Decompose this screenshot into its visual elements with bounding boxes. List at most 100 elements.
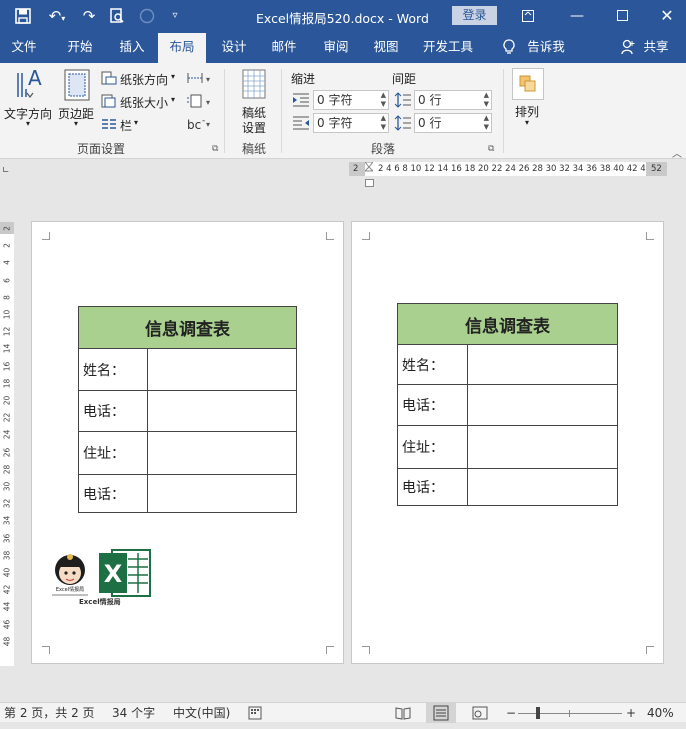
vertical-ruler[interactable]: 2 2 4 6 8 10 12 14 16 18 20 22 24 26 28 30 32 34 36 38 40 42 4… — [0, 222, 14, 666]
orientation-icon[interactable] — [101, 71, 117, 85]
columns-icon[interactable] — [101, 118, 117, 130]
row-value-cell[interactable] — [467, 468, 618, 506]
vertical-ruler-tick: 2 — [2, 226, 12, 231]
zoom-in-icon[interactable]: + — [626, 703, 636, 723]
vertical-ruler-tick: 38 — [2, 550, 12, 561]
tell-me-search[interactable]: 告诉我 — [522, 33, 570, 63]
spacing-before-value: 0 行 — [418, 93, 442, 107]
print-preview-icon[interactable] — [106, 6, 128, 26]
zoom-level[interactable]: 40% — [647, 703, 674, 723]
paper-size-label[interactable]: 纸张大小 — [120, 94, 168, 111]
web-layout-icon[interactable] — [472, 706, 488, 720]
row-value-cell[interactable] — [147, 348, 297, 391]
page-2[interactable]: 信息调查表 姓名： 电话： 住址： 电话： — [351, 221, 664, 664]
indent-marker-icon[interactable] — [363, 162, 375, 176]
dialog-launcher-icon[interactable]: ⧉ — [488, 144, 494, 154]
excel-logo-icon: X — [98, 549, 152, 597]
spacing-before-icon — [394, 92, 412, 108]
row-value-cell[interactable] — [467, 384, 618, 426]
print-layout-icon[interactable] — [426, 703, 456, 723]
tab-file[interactable]: 文件 — [0, 33, 48, 63]
row-value-cell[interactable] — [467, 425, 618, 469]
row-label-phone-2: 电话： — [397, 468, 468, 506]
person-icon[interactable] — [620, 33, 636, 63]
breaks-icon[interactable]: ▾ — [186, 71, 214, 85]
spinner-arrows-icon[interactable]: ▲ ▼ — [484, 91, 489, 109]
row-value-cell[interactable] — [147, 431, 297, 475]
spinner-arrows-icon[interactable]: ▲ ▼ — [381, 91, 386, 109]
manuscript-icon[interactable] — [242, 69, 266, 99]
spacing-after-icon — [394, 115, 412, 131]
language[interactable]: 中文(中国) — [173, 703, 230, 723]
spacing-before-input[interactable]: 0 行 ▲ ▼ — [414, 90, 492, 110]
ruler-ticks: 2 4 6 8 10 12 14 16 18 20 22 24 26 28 30… — [378, 164, 667, 174]
svg-text:-: - — [202, 116, 205, 126]
vertical-ruler-tick: 36 — [2, 533, 12, 543]
collapse-ribbon-icon[interactable]: ︿ — [672, 145, 682, 160]
close-icon[interactable]: ✕ — [656, 5, 678, 27]
tab-insert[interactable]: 插入 — [108, 33, 156, 63]
orientation-label[interactable]: 纸张方向 — [120, 71, 168, 88]
indent-left-input[interactable]: 0 字符 ▲ ▼ — [313, 90, 389, 110]
macro-record-icon[interactable] — [248, 706, 262, 720]
login-button[interactable]: 登录 — [452, 6, 497, 25]
dialog-launcher-icon[interactable]: ⧉ — [212, 144, 218, 154]
document-title: Excel情报局520.docx - Word — [256, 11, 429, 26]
line-numbers-icon[interactable]: ▾ — [186, 94, 214, 108]
chevron-down-icon: ▾ — [171, 72, 176, 81]
tab-home[interactable]: 开始 — [56, 33, 104, 63]
ribbon-display-icon[interactable] — [517, 5, 539, 27]
zoom-slider-track[interactable] — [518, 713, 622, 714]
survey-table[interactable]: 信息调查表 姓名： 电话： 住址： 电话： — [78, 306, 297, 513]
columns-label[interactable]: 栏 — [120, 117, 132, 134]
spacing-after-input[interactable]: 0 行 ▲ ▼ — [414, 113, 492, 133]
indent-marker-icon[interactable] — [365, 176, 374, 187]
customize-qat-icon[interactable]: ▿ — [164, 6, 186, 26]
indent-right-input[interactable]: 0 字符 ▲ ▼ — [313, 113, 389, 133]
tab-selector-icon[interactable]: ∟ — [2, 166, 12, 176]
arrange-icon[interactable] — [512, 68, 544, 100]
survey-table[interactable]: 信息调查表 姓名： 电话： 住址： 电话： — [397, 303, 618, 506]
page-info[interactable]: 第 2 页，共 2 页 — [4, 703, 95, 723]
lightbulb-icon[interactable] — [500, 33, 518, 63]
vertical-ruler-tick: 12 — [2, 326, 12, 337]
undo-icon[interactable]: ↶▾ — [44, 6, 70, 26]
vertical-ruler-tick: 14 — [2, 344, 12, 354]
crop-mark — [646, 232, 654, 240]
indent-label: 缩进 — [291, 72, 316, 86]
tab-review[interactable]: 审阅 — [312, 33, 360, 63]
circle-icon[interactable] — [136, 6, 158, 26]
vertical-ruler-tick: 46 — [2, 619, 12, 629]
vertical-ruler-tick: 30 — [2, 481, 12, 492]
tab-layout[interactable]: 布局 — [158, 33, 206, 63]
manuscript-label-line2[interactable]: 设置 — [242, 119, 266, 136]
row-value-cell[interactable] — [467, 344, 618, 385]
text-direction-icon[interactable]: A — [14, 66, 44, 101]
save-icon[interactable] — [12, 6, 34, 26]
zoom-out-icon[interactable]: − — [506, 703, 516, 723]
vertical-ruler-tick: 16 — [2, 361, 12, 371]
tab-design[interactable]: 设计 — [210, 33, 258, 63]
spinner-arrows-icon[interactable]: ▲ ▼ — [381, 114, 386, 132]
row-value-cell[interactable] — [147, 390, 297, 432]
page-1[interactable]: 信息调查表 姓名： 电话： 住址： 电话： Excel情报局 X Excel情报… — [31, 221, 344, 664]
margins-icon[interactable] — [64, 69, 90, 101]
tab-developer[interactable]: 开发工具 — [418, 33, 478, 63]
crop-mark — [42, 646, 50, 654]
tab-view[interactable]: 视图 — [362, 33, 410, 63]
vertical-ruler-tick: 10 — [2, 309, 12, 320]
redo-icon[interactable]: ↷ — [78, 6, 100, 26]
zoom-slider-thumb[interactable] — [536, 707, 540, 719]
read-mode-icon[interactable] — [395, 706, 411, 720]
word-count[interactable]: 34 个字 — [112, 703, 155, 723]
hyphenation-icon[interactable]: bc - ▾ — [186, 116, 214, 132]
paper-size-icon[interactable] — [101, 94, 117, 108]
crop-mark — [42, 232, 50, 240]
horizontal-ruler[interactable]: 2 2 4 6 8 10 12 14 16 18 20 22 24 26 28 … — [349, 162, 667, 176]
row-value-cell[interactable] — [147, 474, 297, 513]
spinner-arrows-icon[interactable]: ▲ ▼ — [484, 114, 489, 132]
tab-mailings[interactable]: 邮件 — [260, 33, 308, 63]
share-button[interactable]: 共享 — [636, 33, 676, 63]
minimize-icon[interactable]: — — [566, 5, 588, 27]
maximize-icon[interactable] — [611, 5, 633, 27]
